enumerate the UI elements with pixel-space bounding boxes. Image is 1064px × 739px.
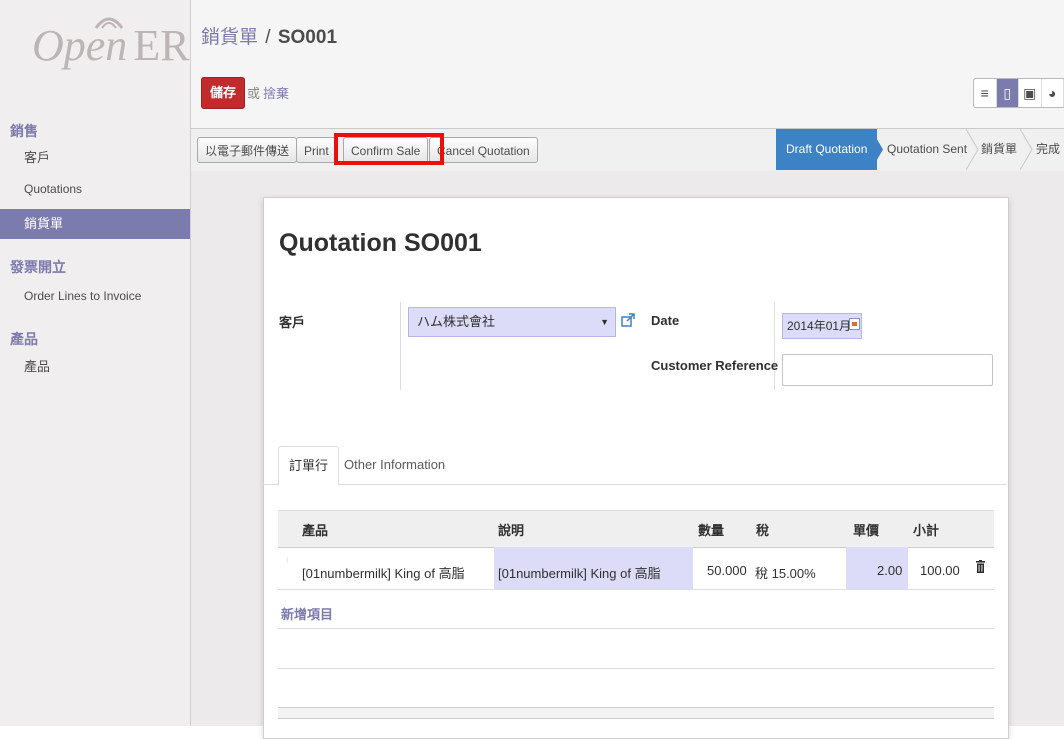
sidebar-item-sales-orders[interactable]: 銷貨單	[0, 209, 190, 239]
print-button[interactable]: Print	[296, 137, 337, 163]
column-subtotal[interactable]: 小計	[913, 520, 939, 539]
tab-order-lines[interactable]: 訂單行	[278, 446, 339, 486]
cell-unit-price[interactable]: 2.00	[877, 563, 902, 578]
cell-product[interactable]: [01numbermilk] King of 高脂	[302, 563, 465, 582]
stage-draft-quotation[interactable]: Draft Quotation	[776, 129, 877, 170]
row-divider	[278, 668, 994, 669]
tabs-divider	[263, 484, 1007, 485]
customer-select-value: ハム株式會社	[417, 314, 495, 329]
add-item-link[interactable]: 新增項目	[281, 604, 333, 623]
cell-subtotal: 100.00	[920, 563, 960, 578]
openerp-logo[interactable]: OpenERP	[32, 20, 172, 80]
date-label: Date	[651, 313, 679, 328]
graph-view-icon[interactable]: ◕	[1042, 79, 1064, 107]
save-button[interactable]: 儲存	[201, 77, 245, 109]
cancel-quotation-button[interactable]: Cancel Quotation	[429, 137, 538, 163]
order-lines-header	[278, 510, 994, 548]
cell-tax[interactable]: 稅 15.00%	[755, 563, 816, 582]
discard-link[interactable]: 捨棄	[263, 83, 289, 102]
field-divider	[774, 302, 775, 390]
list-view-icon[interactable]: ≡	[974, 79, 997, 107]
drag-handle-icon[interactable]: ⁝	[286, 556, 289, 565]
header: 銷貨單 / SO001 儲存 或 捨棄 ≡ ▯ ▣ ◕	[191, 0, 1064, 128]
cell-quantity[interactable]: 50.000	[707, 563, 747, 578]
confirm-sale-highlight-box	[334, 133, 444, 165]
breadcrumb-parent[interactable]: 銷貨單	[201, 27, 258, 48]
calendar-view-icon[interactable]: ▣	[1019, 79, 1042, 107]
column-quantity[interactable]: 數量	[698, 520, 724, 539]
calendar-icon[interactable]	[849, 318, 860, 330]
breadcrumb-current: SO001	[278, 27, 337, 48]
menu-section-sales[interactable]: 銷售	[10, 121, 38, 141]
customer-reference-label: Customer Reference	[651, 358, 778, 373]
or-text: 或	[247, 83, 260, 102]
column-description[interactable]: 說明	[498, 520, 524, 539]
row-divider	[278, 628, 994, 629]
stage-sales-order[interactable]: 銷貨單	[971, 129, 1027, 170]
stage-done[interactable]: 完成	[1026, 129, 1064, 170]
view-switcher: ≡ ▯ ▣ ◕	[973, 78, 1064, 108]
field-divider	[400, 302, 401, 390]
sidebar-item-customers[interactable]: 客戶	[24, 147, 50, 166]
column-tax[interactable]: 稅	[756, 520, 769, 539]
form-title: Quotation SO001	[279, 229, 482, 258]
menu-section-invoicing[interactable]: 發票開立	[10, 257, 66, 277]
customer-reference-input[interactable]	[782, 354, 993, 386]
cell-description[interactable]: [01numbermilk] King of 高脂	[498, 563, 661, 582]
column-product[interactable]: 產品	[302, 520, 328, 539]
delete-trash-icon[interactable]	[976, 560, 985, 573]
send-by-email-button[interactable]: 以電子郵件傳送	[197, 137, 297, 163]
form-view-icon[interactable]: ▯	[997, 79, 1020, 107]
sidebar-item-products[interactable]: 產品	[24, 356, 50, 375]
sidebar-item-order-lines-to-invoice[interactable]: Order Lines to Invoice	[24, 289, 141, 303]
breadcrumb: 銷貨單 / SO001	[201, 22, 337, 49]
stage-quotation-sent[interactable]: Quotation Sent	[877, 129, 977, 170]
breadcrumb-separator: /	[265, 27, 270, 48]
logo-arc-icon	[94, 14, 124, 30]
dropdown-arrow-icon[interactable]: ▼	[600, 308, 609, 336]
table-footer	[278, 707, 994, 719]
tab-other-information[interactable]: Other Information	[334, 446, 455, 484]
action-status-bar: 以電子郵件傳送 Print Confirm Sale Cancel Quotat…	[191, 128, 1064, 172]
customer-label: 客戶	[279, 312, 305, 331]
column-unit-price[interactable]: 單價	[853, 520, 879, 539]
menu-section-products[interactable]: 產品	[10, 329, 38, 349]
external-link-icon[interactable]	[621, 313, 635, 327]
customer-select[interactable]: ハム株式會社 ▼	[408, 307, 616, 337]
sidebar-item-quotations[interactable]: Quotations	[24, 182, 82, 196]
sidebar: OpenERP 銷售 客戶 Quotations 銷貨單 發票開立 Order …	[0, 0, 191, 726]
